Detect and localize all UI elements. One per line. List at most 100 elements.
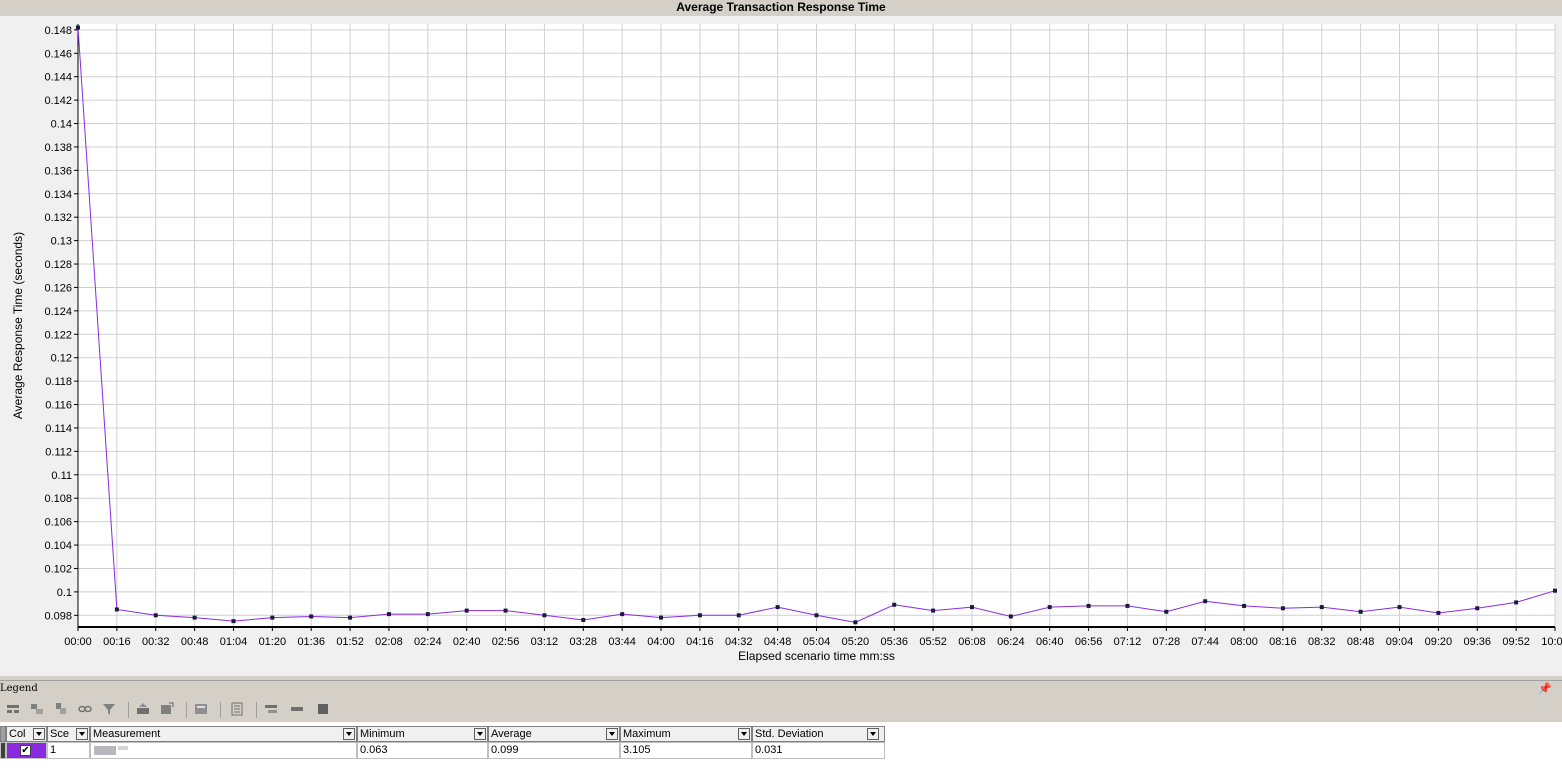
data-point[interactable] bbox=[1553, 588, 1557, 593]
column-header-maximum[interactable]: Maximum bbox=[620, 726, 752, 742]
x-tick-label: 08:48 bbox=[1347, 636, 1375, 648]
data-point[interactable] bbox=[814, 613, 819, 618]
y-tick-label: 0.132 bbox=[44, 212, 72, 224]
toolbar-separator bbox=[256, 702, 257, 718]
data-point[interactable] bbox=[659, 615, 664, 620]
data-point[interactable] bbox=[736, 613, 741, 618]
data-point[interactable] bbox=[1397, 605, 1402, 610]
data-point[interactable] bbox=[1280, 606, 1285, 611]
y-tick-label: 0.128 bbox=[44, 259, 72, 271]
data-point[interactable] bbox=[1514, 600, 1519, 605]
x-tick-label: 07:44 bbox=[1191, 636, 1219, 648]
column-header-scale[interactable]: Sce bbox=[47, 726, 90, 742]
data-point[interactable] bbox=[775, 605, 780, 610]
y-tick-label: 0.11 bbox=[51, 470, 72, 482]
legend-table: Col Sce Measurement Minimum Average Maxi… bbox=[0, 722, 1562, 779]
y-tick-label: 0.122 bbox=[44, 329, 72, 341]
export-icon[interactable] bbox=[160, 702, 174, 716]
data-point[interactable] bbox=[309, 614, 314, 619]
column-header-std-deviation[interactable]: Std. Deviation bbox=[752, 726, 885, 742]
pin-icon[interactable]: 📌 bbox=[1538, 682, 1552, 695]
data-point[interactable] bbox=[620, 612, 625, 617]
data-point[interactable] bbox=[1125, 603, 1130, 608]
legend-average-cell: 0.099 bbox=[488, 742, 620, 759]
data-point[interactable] bbox=[153, 613, 158, 618]
configure-columns-icon[interactable] bbox=[6, 702, 20, 716]
legend-scale-cell: 1 bbox=[47, 742, 90, 759]
filter-icon[interactable] bbox=[102, 702, 116, 716]
data-point[interactable] bbox=[853, 620, 858, 625]
column-header-label: Minimum bbox=[360, 728, 405, 740]
x-tick-label: 07:12 bbox=[1114, 636, 1142, 648]
chevron-down-icon[interactable] bbox=[867, 728, 879, 740]
y-tick-label: 0.126 bbox=[44, 282, 72, 294]
data-point[interactable] bbox=[1086, 603, 1091, 608]
data-point[interactable] bbox=[270, 615, 275, 620]
move-up-icon[interactable] bbox=[264, 702, 278, 716]
column-header-color[interactable]: Col bbox=[6, 726, 47, 742]
data-point[interactable] bbox=[114, 607, 119, 612]
legend-measurement-cell bbox=[90, 742, 357, 759]
move-down-icon[interactable] bbox=[290, 702, 304, 716]
y-tick-label: 0.108 bbox=[44, 493, 72, 505]
column-header-minimum[interactable]: Minimum bbox=[357, 726, 488, 742]
column-header-average[interactable]: Average bbox=[488, 726, 620, 742]
data-point[interactable] bbox=[1358, 609, 1363, 614]
x-tick-label: 08:16 bbox=[1269, 636, 1297, 648]
data-point[interactable] bbox=[1008, 614, 1013, 619]
data-point[interactable] bbox=[231, 619, 236, 624]
chevron-down-icon[interactable] bbox=[738, 728, 750, 740]
y-tick-label: 0.1 bbox=[57, 587, 72, 599]
properties-icon[interactable] bbox=[194, 702, 208, 716]
chart-svg[interactable]: 0.098 0.1 0.102 0.104 0.106 0.108 0.11 0.112 0.1… bbox=[0, 16, 1562, 676]
data-point[interactable] bbox=[1319, 605, 1324, 610]
y-tick-label: 0.124 bbox=[44, 306, 72, 318]
data-point[interactable] bbox=[1475, 606, 1480, 611]
show-all-icon[interactable] bbox=[30, 702, 44, 716]
sort-icon[interactable] bbox=[230, 702, 244, 716]
x-tick-label: 05:20 bbox=[842, 636, 870, 648]
data-point[interactable] bbox=[931, 608, 936, 613]
chevron-down-icon[interactable] bbox=[474, 728, 486, 740]
data-point[interactable] bbox=[1203, 599, 1208, 604]
data-point[interactable] bbox=[697, 613, 702, 618]
x-tick-label: 08:32 bbox=[1308, 636, 1336, 648]
data-point[interactable] bbox=[1242, 603, 1247, 608]
visibility-checkbox[interactable]: ✔ bbox=[20, 745, 31, 756]
y-tick-label: 0.116 bbox=[45, 400, 72, 412]
hide-icon[interactable] bbox=[54, 702, 68, 716]
delete-icon[interactable] bbox=[316, 702, 330, 716]
data-point[interactable] bbox=[76, 25, 80, 30]
chevron-down-icon[interactable] bbox=[76, 728, 88, 740]
data-point[interactable] bbox=[503, 608, 508, 613]
data-point[interactable] bbox=[1164, 609, 1169, 614]
data-point[interactable] bbox=[348, 615, 353, 620]
data-point[interactable] bbox=[1047, 605, 1052, 610]
x-tick-label: 06:40 bbox=[1036, 636, 1064, 648]
data-point[interactable] bbox=[464, 608, 469, 613]
data-point[interactable] bbox=[192, 615, 197, 620]
data-point[interactable] bbox=[581, 617, 586, 622]
group-icon[interactable] bbox=[136, 702, 150, 716]
chevron-down-icon[interactable] bbox=[33, 728, 45, 740]
y-axis-label: Average Response Time (seconds) bbox=[11, 232, 25, 419]
legend-header: Legend 📌 bbox=[0, 680, 1562, 699]
x-tick-label: 10:08 bbox=[1541, 636, 1562, 648]
legend-color-cell[interactable]: ✔ bbox=[6, 742, 47, 759]
x-tick-label: 03:12 bbox=[531, 636, 559, 648]
x-tick-label: 02:56 bbox=[492, 636, 520, 648]
x-tick-label: 01:04 bbox=[220, 636, 248, 648]
data-point[interactable] bbox=[1436, 610, 1441, 615]
column-header-measurement[interactable]: Measurement bbox=[90, 726, 357, 742]
link-icon[interactable] bbox=[78, 702, 92, 716]
chevron-down-icon[interactable] bbox=[343, 728, 355, 740]
x-tick-label: 05:52 bbox=[919, 636, 947, 648]
data-point[interactable] bbox=[542, 613, 547, 618]
legend-maximum-cell: 3.105 bbox=[620, 742, 752, 759]
data-point[interactable] bbox=[386, 612, 391, 617]
data-point[interactable] bbox=[969, 605, 974, 610]
data-point[interactable] bbox=[425, 612, 430, 617]
data-point[interactable] bbox=[892, 602, 897, 607]
x-tick-label: 03:28 bbox=[570, 636, 598, 648]
chevron-down-icon[interactable] bbox=[606, 728, 618, 740]
